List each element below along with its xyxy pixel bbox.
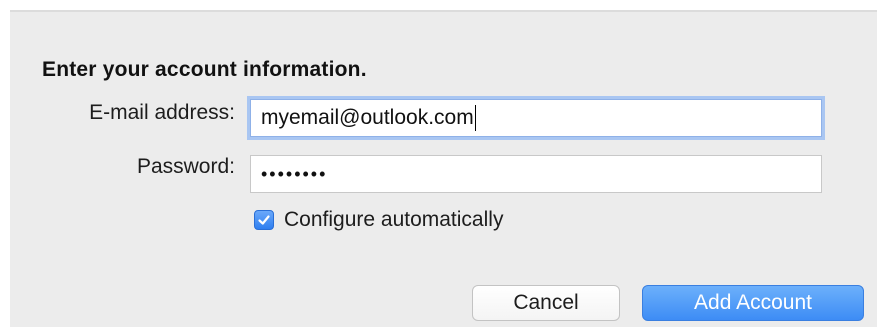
account-dialog: Enter your account information. E-mail a…	[10, 10, 877, 327]
text-caret	[474, 105, 476, 131]
password-value: ••••••••	[261, 163, 328, 184]
cancel-button[interactable]: Cancel	[472, 285, 620, 321]
email-field[interactable]: myemail@outlook.com	[250, 99, 822, 137]
configure-automatically-row[interactable]: Configure automatically	[254, 208, 503, 232]
configure-automatically-label[interactable]: Configure automatically	[284, 208, 503, 232]
password-label: Password:	[136, 155, 235, 178]
email-value: myemail@outlook.com	[261, 106, 474, 129]
password-field[interactable]: ••••••••	[250, 155, 822, 193]
configure-automatically-checkbox[interactable]	[254, 210, 274, 230]
checkmark-icon	[258, 215, 270, 225]
add-account-button[interactable]: Add Account	[642, 285, 864, 321]
email-label: E-mail address:	[89, 101, 235, 124]
dialog-heading: Enter your account information.	[42, 58, 367, 81]
